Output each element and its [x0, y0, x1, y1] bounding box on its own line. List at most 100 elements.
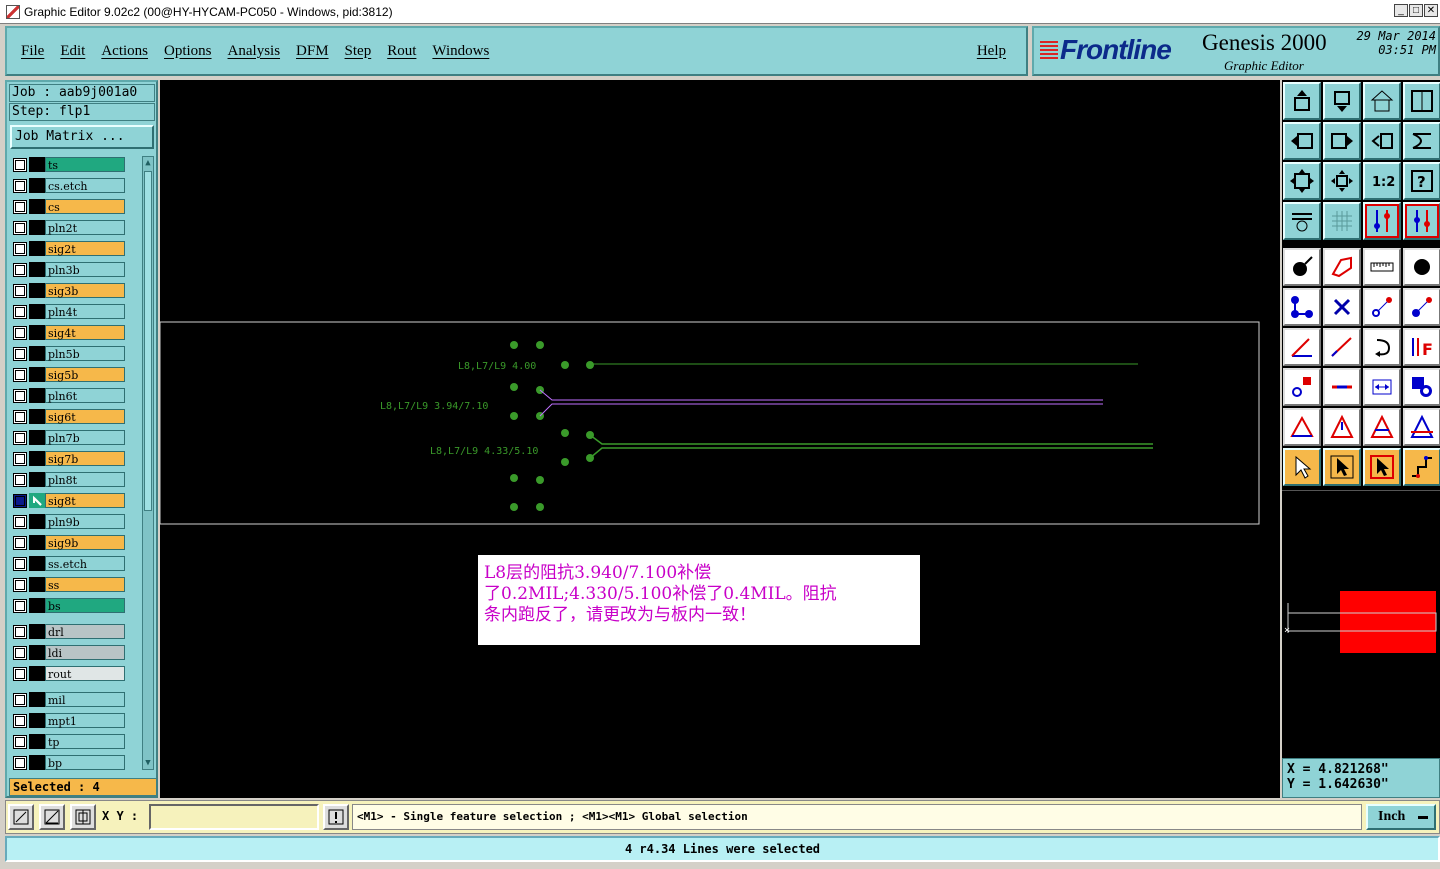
overview-map[interactable]: × — [1282, 490, 1440, 758]
layer-display-checkbox[interactable] — [13, 692, 27, 707]
layer-row-sig5b[interactable]: sig5b — [10, 366, 132, 383]
layer-display-checkbox[interactable] — [13, 535, 27, 550]
layer-name[interactable]: pln7b — [45, 430, 125, 445]
layer-row-drl[interactable]: drl — [10, 623, 132, 640]
layer-display-checkbox[interactable] — [13, 241, 27, 256]
zoom-area-button[interactable] — [8, 804, 34, 830]
layer-name[interactable]: ts — [45, 157, 125, 172]
layer-display-checkbox[interactable] — [13, 283, 27, 298]
undo-view-button[interactable] — [1363, 122, 1401, 160]
layer-display-checkbox[interactable] — [13, 556, 27, 571]
layer-row-bs[interactable]: bs — [10, 597, 132, 614]
layer-row-mpt1[interactable]: mpt1 — [10, 712, 132, 729]
layer-name[interactable]: cs.etch — [45, 178, 125, 193]
xy-input[interactable] — [149, 804, 319, 830]
layer-name[interactable]: ldi — [45, 645, 125, 660]
layer-display-checkbox[interactable] — [13, 430, 27, 445]
cross-button[interactable] — [1323, 288, 1361, 326]
layer-row-sig3b[interactable]: sig3b — [10, 282, 132, 299]
layer-scrollbar[interactable]: ▲ ▼ — [142, 156, 154, 770]
layer-name[interactable]: sig8t — [45, 493, 125, 508]
pointer2-button[interactable] — [1323, 448, 1361, 486]
layer-name[interactable]: sig4t — [45, 325, 125, 340]
layer-compare-button[interactable] — [1363, 202, 1401, 240]
circle-button[interactable] — [1403, 248, 1440, 286]
scale-button[interactable]: 1:2 — [1363, 162, 1401, 200]
pointer-button[interactable] — [1283, 448, 1321, 486]
menu-rout[interactable]: Rout — [379, 43, 424, 60]
layer-row-rout[interactable]: rout — [10, 665, 132, 682]
line-angle-button[interactable] — [1283, 328, 1321, 366]
layer-display-checkbox[interactable] — [13, 645, 27, 660]
layer-name[interactable]: pln5b — [45, 346, 125, 361]
text-button[interactable]: F — [1403, 328, 1440, 366]
layer-row-sig9b[interactable]: sig9b — [10, 534, 132, 551]
layer-name[interactable]: mil — [45, 692, 125, 707]
layer-row-ldi[interactable]: ldi — [10, 644, 132, 661]
layer-display-checkbox[interactable] — [13, 157, 27, 172]
layer-name[interactable]: ss.etch — [45, 556, 125, 571]
help-button[interactable]: ? — [1403, 162, 1440, 200]
pad-shape-button[interactable] — [1403, 368, 1440, 406]
layer-row-pln4t[interactable]: pln4t — [10, 303, 132, 320]
layer-row-sig7b[interactable]: sig7b — [10, 450, 132, 467]
layer-display-checkbox[interactable] — [13, 577, 27, 592]
pointer3-button[interactable] — [1363, 448, 1401, 486]
snap-point-button[interactable] — [1363, 288, 1401, 326]
layer-display-checkbox[interactable] — [13, 598, 27, 613]
menu-dfm[interactable]: DFM — [288, 43, 337, 60]
redraw-button[interactable] — [1403, 122, 1440, 160]
layer-display-checkbox[interactable] — [13, 367, 27, 382]
layer-name[interactable]: rout — [45, 666, 125, 681]
layer-row-ss-etch[interactable]: ss.etch — [10, 555, 132, 572]
layer-name[interactable]: sig9b — [45, 535, 125, 550]
layer-display-checkbox[interactable] — [13, 624, 27, 639]
menu-help[interactable]: Help — [969, 43, 1014, 60]
layer-name[interactable]: sig3b — [45, 283, 125, 298]
move-up-button[interactable] — [1283, 82, 1321, 120]
layer-row-sig6t[interactable]: sig6t — [10, 408, 132, 425]
ruler-button[interactable] — [1363, 248, 1401, 286]
menu-step[interactable]: Step — [337, 43, 380, 60]
menu-windows[interactable]: Windows — [424, 43, 497, 60]
layer-name[interactable]: cs — [45, 199, 125, 214]
arc-button[interactable] — [1363, 328, 1401, 366]
layer-row-cs[interactable]: cs — [10, 198, 132, 215]
layer-display-checkbox[interactable] — [13, 755, 27, 770]
scroll-down-icon[interactable]: ▼ — [143, 757, 153, 769]
layer-display-checkbox[interactable] — [13, 472, 27, 487]
info-button[interactable] — [323, 804, 349, 830]
zoom-fit-button[interactable] — [1283, 162, 1321, 200]
layer-name[interactable]: pln9b — [45, 514, 125, 529]
triangle-line-button[interactable] — [1403, 408, 1440, 446]
move-left-button[interactable] — [1283, 122, 1321, 160]
layer-name[interactable]: mpt1 — [45, 713, 125, 728]
layer-display-checkbox[interactable] — [13, 734, 27, 749]
triangle-bar-button[interactable] — [1363, 408, 1401, 446]
menu-file[interactable]: File — [13, 43, 52, 60]
layer-name[interactable]: pln3b — [45, 262, 125, 277]
layer-row-ts[interactable]: ts — [10, 156, 132, 173]
line-button[interactable] — [1323, 328, 1361, 366]
layer-row-pln7b[interactable]: pln7b — [10, 429, 132, 446]
layer-row-mil[interactable]: mil — [10, 691, 132, 708]
layer-display-checkbox[interactable] — [13, 666, 27, 681]
layer-row-pln3b[interactable]: pln3b — [10, 261, 132, 278]
graphic-canvas[interactable]: L8,L7/L9 4.00 L8,L7/L9 3.94/7.10 L8,L7/L… — [160, 80, 1280, 798]
layer-name[interactable]: pln6t — [45, 388, 125, 403]
layer-name[interactable]: sig6t — [45, 409, 125, 424]
maximize-button[interactable]: □ — [1409, 4, 1423, 17]
layer-name[interactable]: bp — [45, 755, 125, 770]
layer-row-sig2t[interactable]: sig2t — [10, 240, 132, 257]
layer-row-bp[interactable]: bp — [10, 754, 132, 770]
layer-display-checkbox[interactable] — [13, 713, 27, 728]
close-button[interactable]: ✕ — [1424, 4, 1438, 17]
layer-name[interactable]: sig5b — [45, 367, 125, 382]
polygon-button[interactable] — [1323, 248, 1361, 286]
layer-row-tp[interactable]: tp — [10, 733, 132, 750]
layer-row-pln8t[interactable]: pln8t — [10, 471, 132, 488]
layer-display-checkbox[interactable] — [13, 346, 27, 361]
layer-display-checkbox[interactable] — [13, 220, 27, 235]
layer-name[interactable]: pln8t — [45, 472, 125, 487]
snap-point2-button[interactable] — [1403, 288, 1440, 326]
